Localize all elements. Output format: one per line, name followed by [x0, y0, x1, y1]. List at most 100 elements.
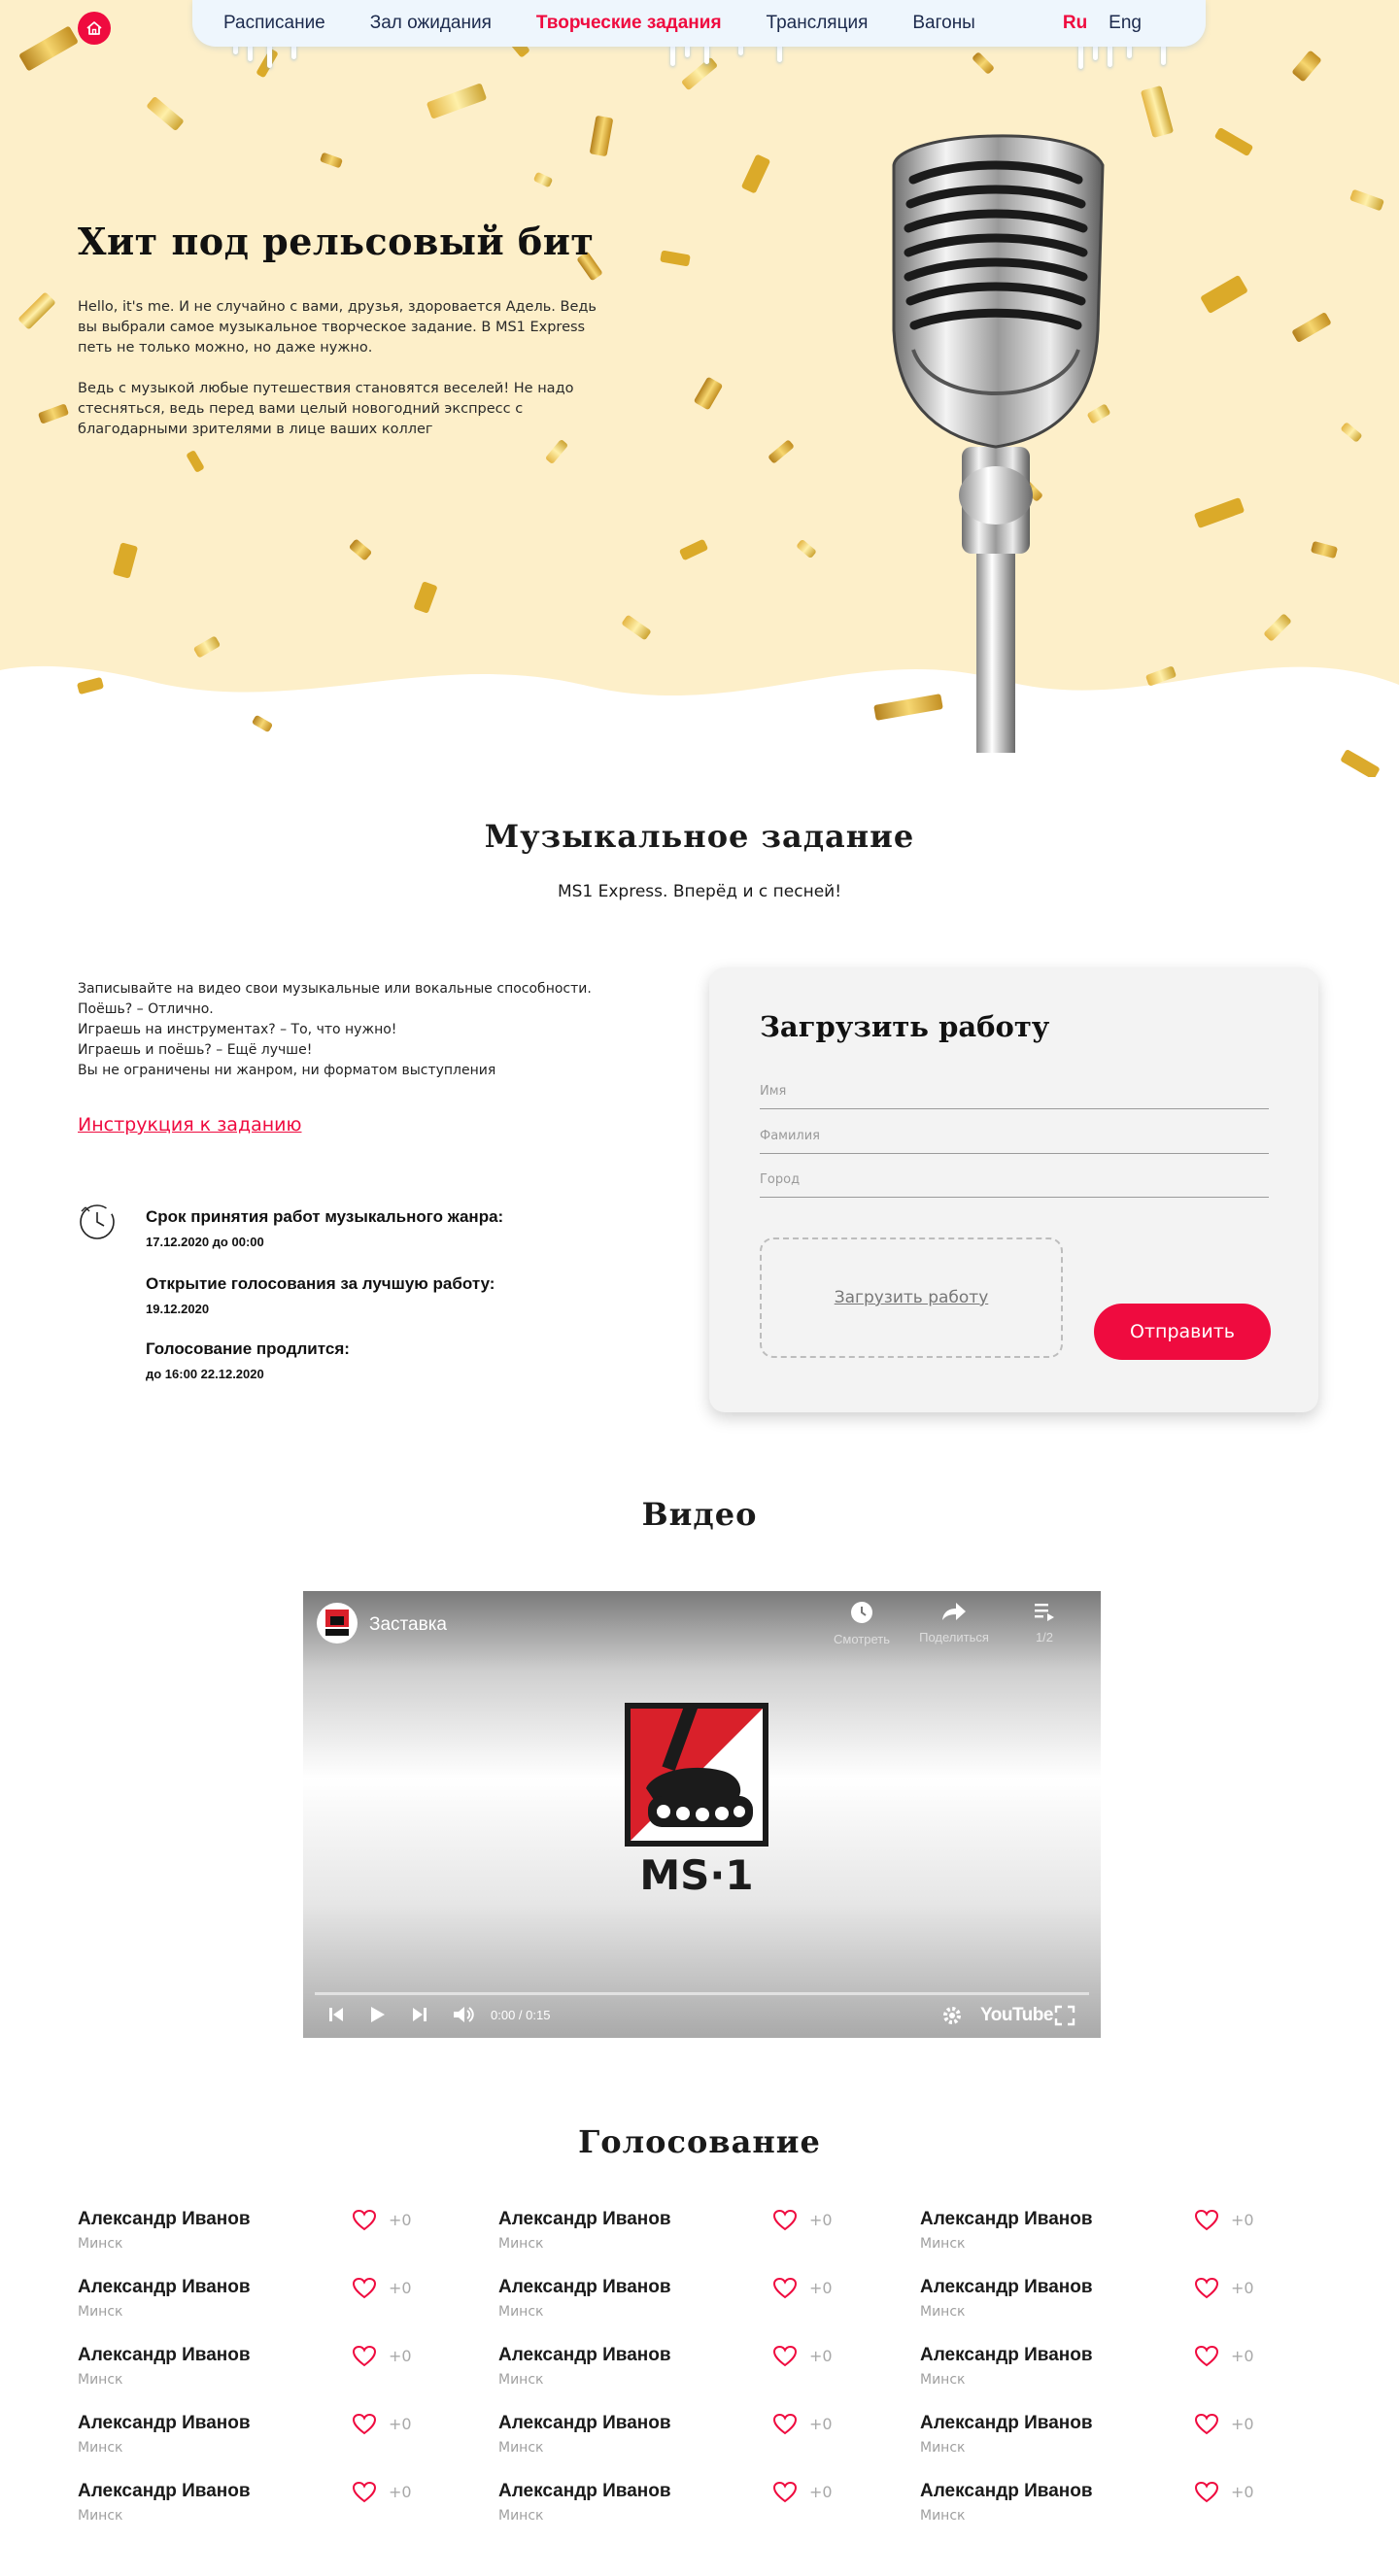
lang-eng[interactable]: Eng — [1109, 13, 1142, 34]
vote-entry: Александр Иванов Минск +0 — [498, 2413, 848, 2467]
vote-count: +0 — [809, 2415, 833, 2433]
play-icon[interactable] — [367, 2005, 387, 2024]
last-name-field[interactable]: Фамилия — [760, 1119, 1269, 1154]
submit-button[interactable]: Отправить — [1094, 1304, 1271, 1360]
heart-icon[interactable] — [1194, 2345, 1219, 2368]
vote-entry: Александр Иванов Минск +0 — [920, 2277, 1270, 2331]
heart-icon[interactable] — [352, 2277, 377, 2300]
icicle — [1127, 45, 1132, 58]
heart-icon[interactable] — [352, 2413, 377, 2436]
heart-icon[interactable] — [772, 2277, 798, 2300]
icicle — [670, 45, 675, 66]
vote-entry: Александр Иванов Минск +0 — [498, 2345, 848, 2399]
vote-entry-name: Александр Иванов — [920, 2277, 1093, 2297]
share-icon — [942, 1603, 966, 1620]
vote-entry: Александр Иванов Минск +0 — [920, 2413, 1270, 2467]
deadline-label: Голосование продлится: — [146, 1339, 350, 1358]
vote-entry-city: Минск — [920, 2508, 966, 2524]
heart-icon[interactable] — [772, 2413, 798, 2436]
nav-item-waiting-room[interactable]: Зал ожидания — [370, 13, 492, 34]
vote-count: +0 — [389, 2483, 412, 2501]
heart-icon[interactable] — [1194, 2481, 1219, 2504]
vote-entry: Александр Иванов Минск +0 — [920, 2209, 1270, 2263]
upload-dropzone[interactable]: Загрузить работу — [760, 1237, 1063, 1358]
task-description: Записывайте на видео свои музыкальные ил… — [78, 979, 622, 1081]
home-button[interactable] — [78, 12, 111, 45]
deadline-voting-open: Открытие голосования за лучшую работу: 1… — [146, 1274, 495, 1316]
vote-entry-city: Минск — [78, 2304, 123, 2320]
first-name-field[interactable]: Имя — [760, 1074, 1269, 1109]
heart-icon[interactable] — [772, 2209, 798, 2232]
top-nav: Расписание Зал ожидания Творческие задан… — [192, 0, 1206, 47]
icicle — [704, 45, 709, 64]
share-label: Поделиться — [919, 1630, 989, 1644]
volume-icon[interactable] — [452, 2005, 475, 2024]
heart-icon[interactable] — [772, 2481, 798, 2504]
vote-count: +0 — [1231, 2415, 1254, 2433]
vote-count: +0 — [389, 2347, 412, 2365]
nav-item-wagons[interactable]: Вагоны — [912, 13, 974, 34]
deadline-label: Открытие голосования за лучшую работу: — [146, 1274, 495, 1293]
vote-entry-name: Александр Иванов — [920, 2481, 1093, 2501]
settings-icon[interactable] — [941, 2005, 963, 2026]
vote-entry: Александр Иванов Минск +0 — [498, 2481, 848, 2535]
video-player[interactable]: Заставка Смотреть Поделиться 1/2 MS·1 0:… — [303, 1591, 1101, 2038]
channel-avatar[interactable] — [317, 1603, 358, 1644]
nav-item-broadcast[interactable]: Трансляция — [767, 13, 869, 34]
vote-entry-name: Александр Иванов — [498, 2481, 671, 2501]
icicle — [248, 45, 253, 61]
icicle — [1161, 45, 1166, 65]
hero-paragraph-2: Ведь с музыкой любые путешествия становя… — [78, 381, 574, 437]
video-time: 0:00 / 0:15 — [491, 2008, 551, 2022]
vote-entry-name: Александр Иванов — [78, 2413, 251, 2433]
vote-entry: Александр Иванов Минск +0 — [78, 2481, 427, 2535]
deadline-voting-duration: Голосование продлится: до 16:00 22.12.20… — [146, 1339, 350, 1381]
heart-icon[interactable] — [352, 2209, 377, 2232]
microphone-image — [892, 134, 1105, 753]
task-line: Играешь на инструментах? – То, что нужно… — [78, 1022, 397, 1037]
icicle — [267, 45, 272, 68]
heart-icon[interactable] — [352, 2345, 377, 2368]
fullscreen-icon[interactable] — [1054, 2005, 1075, 2026]
watch-later-button[interactable]: Смотреть — [823, 1601, 901, 1646]
vote-entry-name: Александр Иванов — [920, 2345, 1093, 2365]
city-field[interactable]: Город — [760, 1163, 1269, 1198]
youtube-logo[interactable]: YouTube — [980, 2005, 1053, 2026]
heart-icon[interactable] — [1194, 2413, 1219, 2436]
vote-entry-name: Александр Иванов — [498, 2277, 671, 2297]
vote-entry-name: Александр Иванов — [920, 2209, 1093, 2229]
clock-icon — [80, 1204, 115, 1239]
vote-entry: Александр Иванов Минск +0 — [78, 2209, 427, 2263]
upload-form: Загрузить работу Имя Фамилия Город Загру… — [709, 967, 1318, 1412]
task-section-title: Музыкальное задание — [484, 818, 915, 855]
instruction-link[interactable]: Инструкция к заданию — [78, 1114, 302, 1135]
skip-forward-icon[interactable] — [410, 2005, 429, 2024]
vote-entry-city: Минск — [78, 2440, 123, 2456]
heart-icon[interactable] — [772, 2345, 798, 2368]
heart-icon[interactable] — [1194, 2209, 1219, 2232]
vote-count: +0 — [1231, 2347, 1254, 2365]
watch-later-label: Смотреть — [834, 1632, 890, 1646]
vote-entry-name: Александр Иванов — [498, 2209, 671, 2229]
lang-ru[interactable]: Ru — [1063, 13, 1087, 34]
icicle — [1093, 45, 1098, 60]
nav-item-creative-tasks[interactable]: Творческие задания — [536, 13, 722, 34]
vote-entry-city: Минск — [498, 2372, 544, 2388]
skip-back-icon[interactable] — [326, 2005, 346, 2024]
heart-icon[interactable] — [1194, 2277, 1219, 2300]
heart-icon[interactable] — [352, 2481, 377, 2504]
vote-entry-city: Минск — [78, 2508, 123, 2524]
hero-title: Хит под рельсовый бит — [78, 220, 595, 263]
vote-count: +0 — [389, 2279, 412, 2297]
voting-section-title: Голосование — [578, 2123, 821, 2160]
nav-item-schedule[interactable]: Расписание — [223, 13, 325, 34]
vote-count: +0 — [809, 2279, 833, 2297]
vote-count: +0 — [809, 2483, 833, 2501]
vote-entry-city: Минск — [498, 2304, 544, 2320]
video-progress-bar[interactable] — [315, 1992, 1089, 1995]
vote-count: +0 — [1231, 2483, 1254, 2501]
share-button[interactable]: Поделиться — [915, 1601, 993, 1644]
task-line: Играешь и поёшь? – Ещё лучше! — [78, 1042, 313, 1058]
vote-count: +0 — [809, 2211, 833, 2229]
playlist-button[interactable]: 1/2 — [1006, 1601, 1083, 1644]
